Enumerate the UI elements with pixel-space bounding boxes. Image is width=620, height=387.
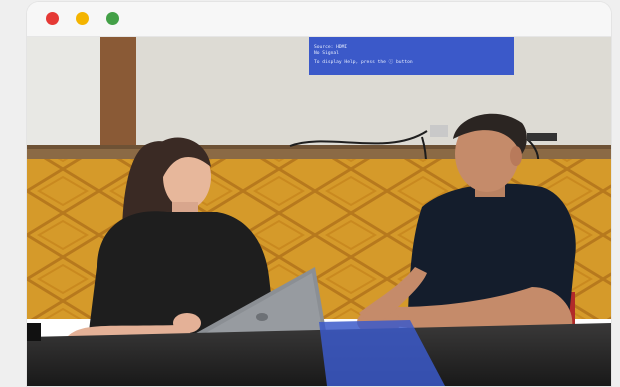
window-titlebar xyxy=(27,2,611,37)
meeting-scene-illustration xyxy=(27,37,611,386)
meeting-photo: Source: HDMI No Signal To display Help, … xyxy=(27,37,611,386)
projector-screen-message: Source: HDMI No Signal To display Help, … xyxy=(314,45,514,66)
close-window-icon[interactable] xyxy=(46,12,59,25)
projector-help-text: To display Help, press the ⓘ button xyxy=(314,60,413,66)
browser-window: Source: HDMI No Signal To display Help, … xyxy=(27,2,611,386)
minimize-window-icon[interactable] xyxy=(76,12,89,25)
maximize-window-icon[interactable] xyxy=(106,12,119,25)
